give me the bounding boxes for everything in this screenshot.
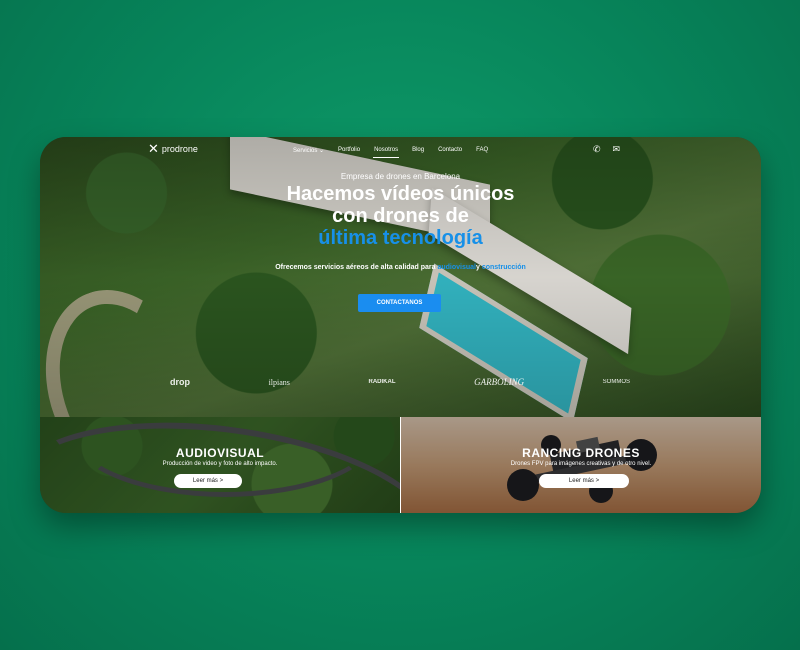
brand-name: prodrone xyxy=(161,144,198,154)
client-logos: drop ilpians RADIKAL GARBOLING SOMMOS xyxy=(170,377,630,387)
nav-item-faq[interactable]: FAQ xyxy=(469,147,495,154)
phone-icon[interactable]: ✆ xyxy=(593,144,601,155)
contact-icons: ✆ ✉ xyxy=(593,144,620,155)
headline-line-1: Hacemos vídeos únicos xyxy=(286,183,515,205)
drone-logo-icon: ✕ xyxy=(148,141,159,156)
audiovisual-title: AUDIOVISUAL xyxy=(175,446,265,460)
nav-item-blog[interactable]: Blog xyxy=(405,147,431,154)
client-logo-drop: drop xyxy=(170,377,190,387)
hero-subtitle: Ofrecemos servicios aéreos de alta calid… xyxy=(40,264,761,271)
headline-highlight: última tecnología xyxy=(318,227,483,249)
brand-logo[interactable]: ✕ prodrone xyxy=(148,141,198,156)
audiovisual-read-more-button[interactable]: Leer más > xyxy=(174,474,242,488)
client-logo-ilpians: ilpians xyxy=(268,377,290,387)
hero-kicker: Empresa de drones en Barcelona xyxy=(340,172,461,181)
headline-line-2: con drones de xyxy=(332,205,469,227)
client-logo-radikal: RADIKAL xyxy=(368,379,396,385)
hero-headline: Hacemos vídeos únicos con drones de últi… xyxy=(40,183,761,249)
client-logo-sommos: SOMMOS xyxy=(602,379,630,385)
nav-item-portfolio[interactable]: Portfolio xyxy=(331,147,367,154)
link-audiovisual[interactable]: audiovisual xyxy=(437,264,476,271)
hero-section: ✕ prodrone Servicios ⌄ Portfolio Nosotro… xyxy=(40,137,761,417)
audiovisual-panel: AUDIOVISUAL Producción de video y foto d… xyxy=(40,417,400,513)
subtitle-text: Ofrecemos servicios aéreos de alta calid… xyxy=(275,264,438,271)
nav-item-nosotros[interactable]: Nosotros xyxy=(367,147,405,158)
mail-icon[interactable]: ✉ xyxy=(613,144,621,155)
racing-drones-desc: Drones FPV para imágenes creativas y de … xyxy=(510,461,652,467)
website-frame: ✕ prodrone Servicios ⌄ Portfolio Nosotro… xyxy=(40,137,761,513)
racing-drones-panel: RANCING DRONES Drones FPV para imágenes … xyxy=(401,417,761,513)
top-nav: ✕ prodrone Servicios ⌄ Portfolio Nosotro… xyxy=(40,137,761,165)
link-construccion[interactable]: construcción xyxy=(482,264,526,271)
racing-drones-read-more-button[interactable]: Leer más > xyxy=(539,474,629,488)
audiovisual-desc: Producción de video y foto de alto impac… xyxy=(162,461,278,467)
contact-button[interactable]: CONTACTANOS xyxy=(358,294,441,312)
client-logo-garboling: GARBOLING xyxy=(474,377,525,387)
racing-drones-title: RANCING DRONES xyxy=(522,446,640,460)
main-menu: Servicios ⌄ Portfolio Nosotros Blog Cont… xyxy=(286,147,495,158)
nav-item-contacto[interactable]: Contacto xyxy=(431,147,469,154)
nav-item-servicios[interactable]: Servicios ⌄ xyxy=(286,147,331,154)
